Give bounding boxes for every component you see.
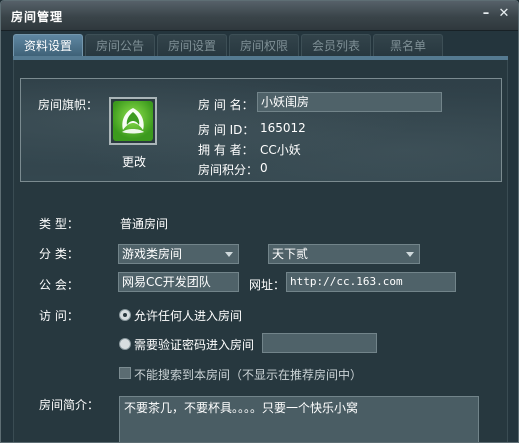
title-bar[interactable]: 房间管理 – ✕: [1, 1, 518, 31]
tab-room-announcement[interactable]: 房间公告: [85, 34, 155, 56]
subcategory-select-value: 天下贰: [272, 247, 309, 261]
change-banner-link[interactable]: 更改: [122, 153, 146, 170]
points-label: 房间积分：: [198, 163, 259, 177]
room-name-input[interactable]: 小妖闺房: [257, 92, 442, 112]
access-anyone-radio[interactable]: [119, 309, 131, 321]
unsearchable-checkbox[interactable]: [119, 367, 131, 379]
password-input[interactable]: [262, 333, 377, 353]
unsearchable-label: 不能搜索到本房间（不显示在推荐房间中）: [134, 368, 363, 382]
room-management-window: 房间管理 – ✕ 资料设置 房间公告 房间设置 房间权限 会员列表 黑名单 房间…: [0, 0, 519, 443]
chevron-down-icon: [406, 252, 414, 257]
minimize-icon[interactable]: –: [478, 5, 494, 23]
room-id-value: 165012: [260, 121, 306, 135]
chevron-down-icon: [225, 252, 233, 257]
room-id-label: 房 间 ID：: [198, 123, 255, 137]
owner-value: CC小妖: [260, 143, 301, 157]
intro-label: 房间简介：: [39, 398, 100, 412]
guild-label: 公 会：: [39, 278, 79, 292]
owner-label: 拥 有 者：: [198, 143, 254, 157]
green-leaf-logo-icon: [113, 101, 153, 141]
type-label: 类 型：: [39, 217, 79, 231]
room-name-label: 房 间 名：: [198, 98, 254, 112]
access-label: 访 问：: [39, 309, 79, 323]
url-label: 网址：: [249, 278, 286, 292]
points-value: 0: [260, 161, 268, 175]
tab-member-list[interactable]: 会员列表: [301, 34, 371, 56]
url-input[interactable]: http://cc.163.com: [286, 272, 456, 292]
room-banner[interactable]: [109, 97, 157, 145]
tab-profile-settings[interactable]: 资料设置: [13, 34, 83, 56]
close-icon[interactable]: ✕: [496, 5, 512, 23]
tab-room-permissions[interactable]: 房间权限: [229, 34, 299, 56]
intro-textarea[interactable]: 不要茶几，不要杯具。。。。只要一个快乐小窝: [119, 396, 479, 442]
category-select[interactable]: 游戏类房间: [118, 244, 239, 264]
tab-blacklist[interactable]: 黑名单: [373, 34, 443, 56]
category-select-value: 游戏类房间: [122, 247, 183, 261]
type-value: 普通房间: [120, 217, 169, 231]
category-label: 分 类：: [39, 247, 79, 261]
subcategory-select[interactable]: 天下贰: [268, 244, 420, 264]
banner-label: 房间旗帜：: [38, 98, 99, 112]
access-password-label: 需要验证密码进入房间: [134, 338, 255, 352]
window-title: 房间管理: [11, 10, 64, 24]
tab-room-settings[interactable]: 房间设置: [157, 34, 227, 56]
access-anyone-label: 允许任何人进入房间: [134, 309, 243, 323]
guild-input[interactable]: 网易CC开发团队: [118, 272, 239, 292]
access-password-radio[interactable]: [119, 338, 131, 350]
